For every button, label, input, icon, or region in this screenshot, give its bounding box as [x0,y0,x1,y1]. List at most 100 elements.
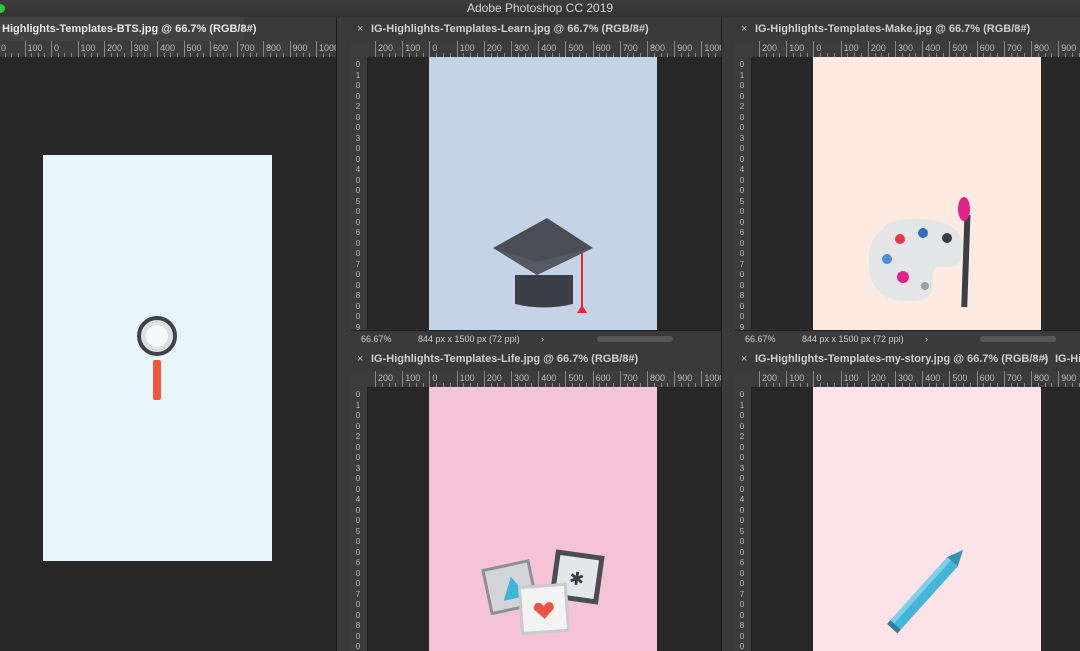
pencil-icon [887,549,964,634]
ruler-tick [715,383,716,387]
ruler-tick-label: 0 [739,249,745,258]
ruler-tick [765,53,767,57]
horizontal-ruler[interactable]: 20010001002003004005006007008009001000 [351,41,721,58]
horizontal-ruler[interactable]: 20010001002003004005006007008009001000 [351,371,721,388]
ruler-tick-label: 700 [622,43,638,53]
ruler-tick-label: 6 [355,228,361,237]
ruler-tick [922,371,924,387]
ruler-tick [694,383,696,387]
vertical-ruler[interactable]: 0100200300400500600700800900 [351,57,368,331]
ruler-tick [681,53,682,57]
tab-life[interactable]: × IG-Highlights-Templates-Life.jpg @ 66.7… [351,347,638,371]
ruler-tick [243,53,245,57]
palette-icon [868,197,971,308]
canvas-life[interactable]: ✱ [429,387,657,651]
ruler-tick [216,53,218,57]
ruler-tick-label: 0 [432,373,438,383]
ruler-tick [31,53,33,57]
ruler-tick [57,53,59,57]
magnifier-icon [137,316,177,400]
ruler-tick [1065,53,1066,57]
ruler-tick-label: 300 [898,43,914,53]
horizontal-scrollbar[interactable] [980,336,1056,342]
vertical-ruler[interactable]: 0100200300400500600700800900 [735,387,752,651]
ruler-tick [309,53,311,57]
ruler-tick [759,371,760,387]
close-icon[interactable]: × [741,347,755,371]
tab-overflow[interactable]: ×IG-Hig [1035,347,1080,371]
document-window-mystory[interactable]: × IG-Highlights-Templates-my-story.jpg @ … [735,347,1080,651]
canvas-bts[interactable] [43,155,272,561]
ruler-tick [949,371,951,387]
close-icon[interactable]: × [357,17,371,41]
horizontal-scrollbar[interactable] [597,336,673,342]
horizontal-ruler[interactable]: 20010001002003004005006007008009001000 [735,41,1080,58]
document-size[interactable]: 844 px x 1500 px (72 ppi) [418,331,520,347]
document-window-life[interactable]: × IG-Highlights-Templates-Life.jpg @ 66.7… [351,347,721,651]
ruler-tick [70,53,72,57]
ruler-tick [117,53,119,57]
horizontal-ruler[interactable]: 20010001002003004005006007008009001000 [735,371,1080,388]
window-zoom-button[interactable] [0,4,5,13]
ruler-tick [388,53,390,57]
ruler-tick-label: 0 [432,43,438,53]
tab-learn[interactable]: × IG-Highlights-Templates-Learn.jpg @ 66.… [351,17,649,41]
ruler-tick [681,383,682,387]
ruler-tick [90,53,92,57]
ruler-tick-label: 5 [739,526,745,536]
canvas-learn[interactable] [429,57,657,331]
ruler-tick [236,41,238,57]
ruler-tick [772,53,774,57]
document-window-learn[interactable]: × IG-Highlights-Templates-Learn.jpg @ 66.… [351,17,721,347]
ruler-tick-label: 0 [816,43,822,53]
zoom-level[interactable]: 66.67% [361,331,392,347]
ruler-tick-label: 0 [739,175,745,185]
canvas-make[interactable] [813,57,1041,331]
ruler-tick-label: 0 [355,442,361,452]
ruler-tick-label: 400 [925,43,941,53]
ruler-tick-label: 0 [739,312,745,321]
ruler-tick [667,383,669,387]
ruler-tick [687,53,689,57]
document-window-bts[interactable]: Highlights-Templates-BTS.jpg @ 66.7% (RG… [0,17,336,651]
ruler-tick-label: 0 [739,91,745,101]
ruler-tick [949,41,951,57]
chevron-right-icon[interactable]: › [925,331,928,347]
ruler-tick-label: 200 [378,373,394,383]
ruler-tick [381,383,383,387]
close-icon[interactable]: × [1041,347,1055,371]
ruler-tick-label: 0 [355,453,361,462]
tab-mystory[interactable]: × IG-Highlights-Templates-my-story.jpg @ … [735,347,1048,371]
document-window-make[interactable]: × IG-Highlights-Templates-Make.jpg @ 66.7… [735,17,1080,347]
ruler-tick [813,41,815,57]
ruler-tick-label: 6 [739,228,745,237]
tab-make[interactable]: × IG-Highlights-Templates-Make.jpg @ 66.7… [735,17,1030,41]
ruler-tick [302,53,304,57]
vertical-ruler[interactable]: 0100200300400500600700800900 [735,57,752,331]
ruler-tick [592,371,594,387]
horizontal-ruler[interactable]: 010001002003004005006007008009001000 [0,41,336,58]
document-size[interactable]: 844 px x 1500 px (72 ppi) [802,331,904,347]
ruler-tick-label: 0 [739,112,745,122]
ruler-tick [395,383,397,387]
ruler-tick-label: 2 [355,432,361,441]
ruler-tick-label: 100 [80,43,96,53]
ruler-tick [647,371,648,387]
vertical-ruler[interactable]: 0100200300400500600700800900 [351,387,368,651]
ruler-tick-label: 0 [739,631,745,641]
ruler-tick-label: 0 [355,270,361,279]
zoom-level[interactable]: 66.67% [745,331,776,347]
ruler-tick-label: 0 [54,43,60,53]
ruler-tick [4,53,6,57]
ruler-tick [1078,53,1080,57]
chevron-right-icon[interactable]: › [541,331,544,347]
close-icon[interactable]: × [357,347,371,371]
ruler-tick [779,383,781,387]
panel-divider[interactable] [336,17,352,651]
ruler-tick [282,53,284,57]
ruler-tick-label: 4 [355,165,361,174]
ruler-tick [1071,53,1073,57]
tab-bts[interactable]: Highlights-Templates-BTS.jpg @ 66.7% (RG… [0,17,256,41]
close-icon[interactable]: × [741,17,755,41]
canvas-mystory[interactable] [813,387,1041,651]
